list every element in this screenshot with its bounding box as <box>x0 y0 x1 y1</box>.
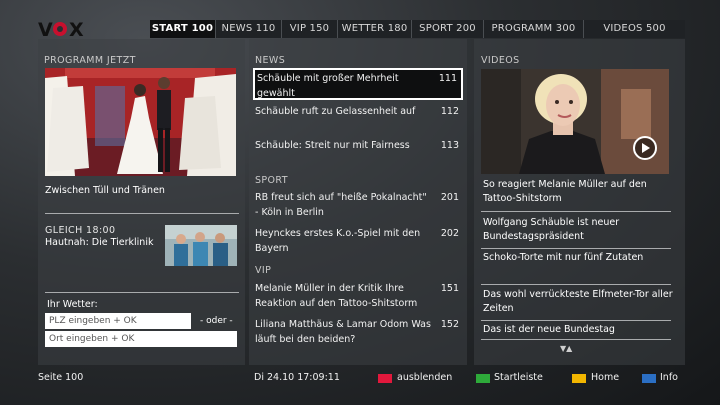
news-item-111[interactable]: Schäuble mit großer Mehrheit gewählt 111 <box>253 68 463 100</box>
vip-item-title: Melanie Müller in der Kritik Ihre Reakti… <box>255 283 418 309</box>
vox-logo-mark: V X <box>38 19 85 41</box>
divider <box>481 339 671 340</box>
sport-heading: SPORT <box>255 175 288 186</box>
play-icon[interactable] <box>633 136 657 160</box>
now-playing-image[interactable] <box>45 68 236 176</box>
vip-item-page: 151 <box>440 283 459 294</box>
sport-item-202[interactable]: Heynckes erstes K.o.-Spiel mit den Bayer… <box>253 224 463 256</box>
weather-heading: Ihr Wetter: <box>47 299 98 310</box>
news-panel: NEWS Schäuble mit großer Mehrheit gewähl… <box>249 39 467 365</box>
blue-key-icon[interactable] <box>642 374 656 383</box>
news-item-112[interactable]: Schäuble ruft zu Gelassenheit auf 112 <box>253 102 463 134</box>
plz-input[interactable]: PLZ eingeben + OK <box>45 313 191 329</box>
video-item[interactable]: Das wohl verrückteste Elfmeter-Tor aller… <box>483 288 673 316</box>
now-playing-title[interactable]: Zwischen Tüll und Tränen <box>45 184 240 198</box>
next-show-title[interactable]: Hautnah: Die Tierklinik <box>45 236 165 250</box>
news-item-title: Schäuble: Streit nur mit Fairness <box>255 140 410 151</box>
tab-start[interactable]: START 100 <box>150 20 216 38</box>
page-number: Seite 100 <box>38 372 84 383</box>
vip-item-page: 152 <box>440 319 459 330</box>
tab-videos[interactable]: VIDEOS 500 <box>584 20 685 38</box>
scroll-arrows-icon[interactable]: ▼▲ <box>560 342 572 356</box>
tab-wetter[interactable]: WETTER 180 <box>338 20 412 38</box>
sport-item-page: 202 <box>440 228 459 239</box>
video-item[interactable]: Das ist der neue Bundestag <box>483 323 673 337</box>
divider <box>481 284 671 285</box>
bridal-shop-image <box>45 68 236 176</box>
yellow-key-icon[interactable] <box>572 374 586 383</box>
red-key-label[interactable]: ausblenden <box>397 371 452 385</box>
tab-vip[interactable]: VIP 150 <box>282 20 338 38</box>
vip-heading: VIP <box>255 265 272 276</box>
or-label: - oder - <box>200 316 233 326</box>
videos-panel: VIDEOS So reagiert Melanie Müller auf de… <box>474 39 685 365</box>
news-item-page: 113 <box>440 140 459 151</box>
news-heading: NEWS <box>255 55 286 66</box>
red-key-icon[interactable] <box>378 374 392 383</box>
svg-text:V: V <box>38 19 53 39</box>
sport-item-201[interactable]: RB freut sich auf "heiße Pokalnacht" - K… <box>253 188 463 220</box>
news-item-page: 111 <box>438 73 457 84</box>
divider <box>45 292 239 293</box>
tab-news[interactable]: NEWS 110 <box>216 20 282 38</box>
sport-item-page: 201 <box>440 192 459 203</box>
divider <box>45 213 239 214</box>
vox-logo: V X <box>38 19 88 41</box>
next-show-time: GLEICH 18:00 <box>45 225 116 236</box>
top-navigation: START 100 NEWS 110 VIP 150 WETTER 180 SP… <box>150 20 685 38</box>
date-time: Di 24.10 17:09:11 <box>254 372 340 383</box>
news-item-title: Schäuble mit großer Mehrheit gewählt <box>257 73 399 99</box>
news-item-page: 112 <box>440 106 459 117</box>
videos-heading: VIDEOS <box>481 55 520 66</box>
vip-item-151[interactable]: Melanie Müller in der Kritik Ihre Reakti… <box>253 279 463 311</box>
svg-text:X: X <box>69 19 84 39</box>
play-triangle-icon <box>642 143 650 153</box>
divider <box>481 211 671 212</box>
programm-heading: PROGRAMM JETZT <box>44 55 136 66</box>
news-item-113[interactable]: Schäuble: Streit nur mit Fairness 113 <box>253 136 463 168</box>
green-key-label[interactable]: Startleiste <box>494 371 543 385</box>
video-item[interactable]: Schoko-Torte mit nur fünf Zutaten <box>483 251 673 265</box>
sport-item-title: Heynckes erstes K.o.-Spiel mit den Bayer… <box>255 228 421 254</box>
programm-panel: PROGRAMM JETZT Zwischen Tüll und Tränen … <box>38 39 245 365</box>
tab-programm[interactable]: PROGRAMM 300 <box>484 20 584 38</box>
vet-team-image <box>165 225 237 266</box>
featured-video-thumbnail[interactable] <box>481 69 669 174</box>
video-item[interactable]: So reagiert Melanie Müller auf den Tatto… <box>483 178 673 206</box>
next-show-image[interactable] <box>165 225 237 266</box>
video-item[interactable]: Wolfgang Schäuble ist neuer Bundestagspr… <box>483 216 673 244</box>
vip-item-152[interactable]: Liliana Matthäus & Lamar Odom Was läuft … <box>253 315 463 347</box>
news-item-title: Schäuble ruft zu Gelassenheit auf <box>255 106 416 117</box>
sport-item-title: RB freut sich auf "heiße Pokalnacht" - K… <box>255 192 427 218</box>
divider <box>481 320 671 321</box>
green-key-icon[interactable] <box>476 374 490 383</box>
vip-item-title: Liliana Matthäus & Lamar Odom Was läuft … <box>255 319 431 345</box>
tab-sport[interactable]: SPORT 200 <box>412 20 484 38</box>
city-input[interactable]: Ort eingeben + OK <box>45 331 237 347</box>
yellow-key-label[interactable]: Home <box>591 371 619 385</box>
blue-key-label[interactable]: Info <box>660 371 678 385</box>
divider <box>481 248 671 249</box>
